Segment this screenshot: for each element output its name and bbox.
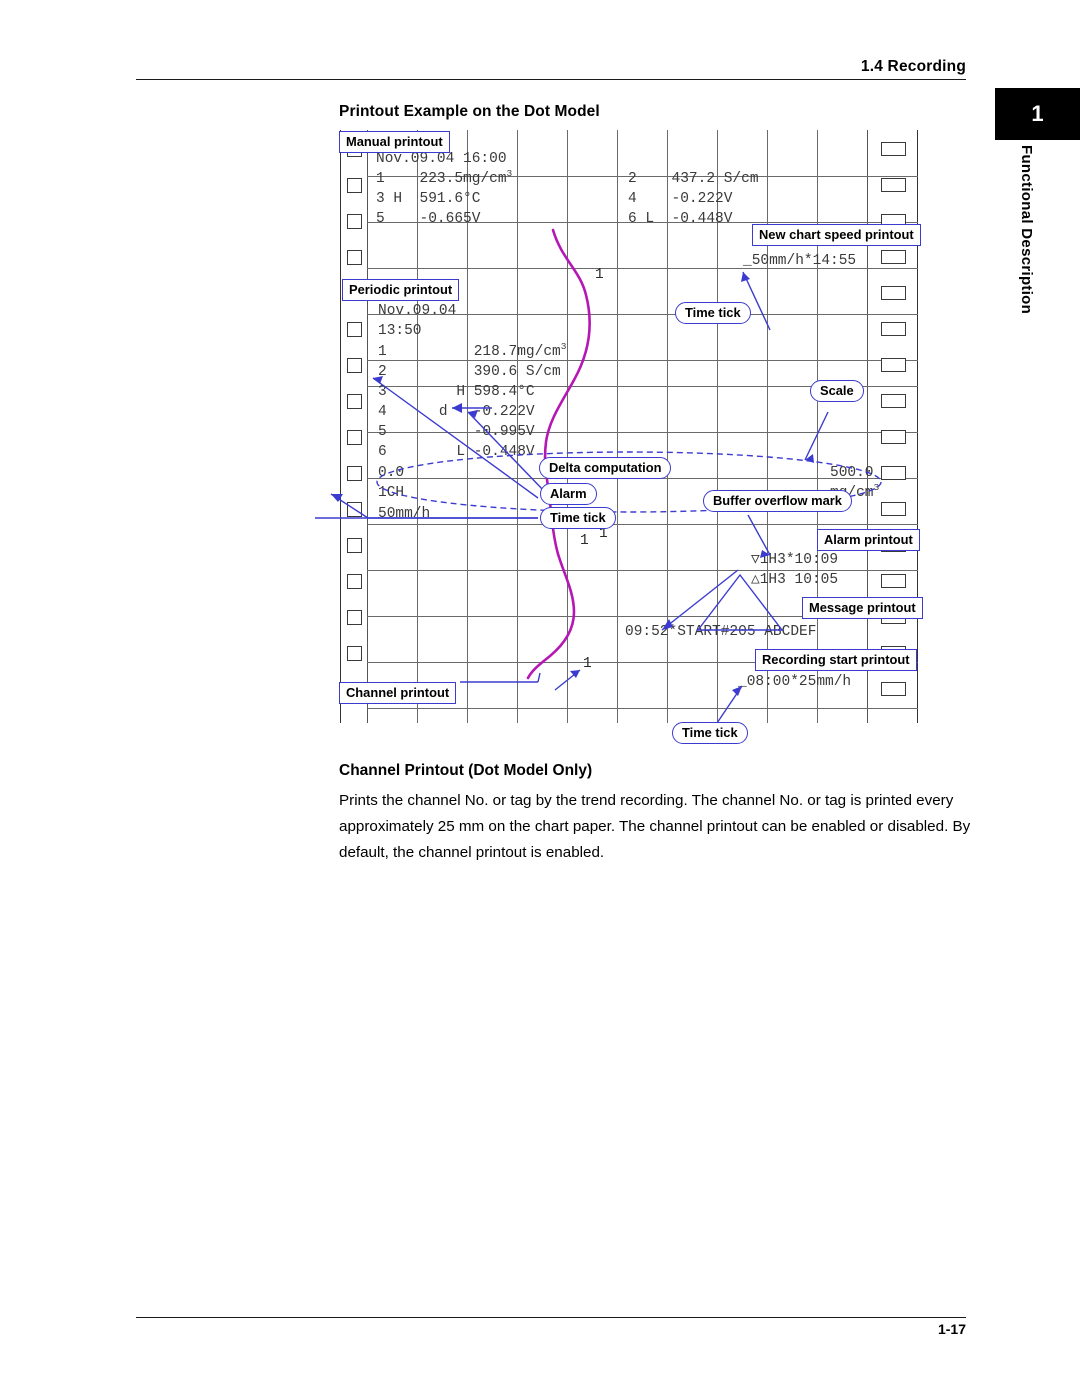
body-heading: Channel Printout (Dot Model Only) [339, 762, 593, 779]
buffer-overflow-triangle [696, 573, 784, 631]
callout-time-tick-middle[interactable]: Time tick [540, 507, 616, 529]
callout-message-printout[interactable]: Message printout [802, 597, 923, 619]
footer-page-number: 1-17 [937, 1321, 966, 1337]
chapter-tab-label: Functional Description [1018, 145, 1035, 315]
chapter-tab-number: 1 [1031, 101, 1044, 126]
body-paragraph: Prints the channel No. or tag by the tre… [339, 792, 971, 861]
callout-manual-printout[interactable]: Manual printout [339, 131, 450, 153]
footer-divider [136, 1317, 966, 1318]
callout-time-tick-bottom[interactable]: Time tick [672, 722, 748, 744]
header-divider [136, 79, 966, 80]
callout-delta-computation[interactable]: Delta computation [539, 457, 672, 479]
callout-alarm-printout[interactable]: Alarm printout [817, 529, 920, 551]
callout-new-chart-speed-printout[interactable]: New chart speed printout [752, 224, 921, 246]
callout-recording-start-printout[interactable]: Recording start printout [755, 649, 917, 671]
callout-time-tick-top[interactable]: Time tick [675, 302, 751, 324]
callout-periodic-printout[interactable]: Periodic printout [342, 279, 460, 301]
chapter-tab: 1 [995, 88, 1080, 140]
dot-model-printout-figure: Nov.09.04 16:00 1 223.5mg/cm3 2 437.2 S/… [315, 130, 923, 744]
callout-alarm[interactable]: Alarm [540, 483, 597, 505]
callout-buffer-overflow-mark[interactable]: Buffer overflow mark [703, 490, 852, 512]
page-header-title: 1.4 Recording [860, 58, 966, 75]
manual-page: 1.4 Recording 1 Functional Description P… [0, 0, 1080, 1397]
callout-scale[interactable]: Scale [810, 380, 864, 402]
callout-channel-printout[interactable]: Channel printout [339, 682, 457, 704]
section-heading: Printout Example on the Dot Model [339, 103, 600, 120]
callout-lines-layer [315, 271, 882, 727]
